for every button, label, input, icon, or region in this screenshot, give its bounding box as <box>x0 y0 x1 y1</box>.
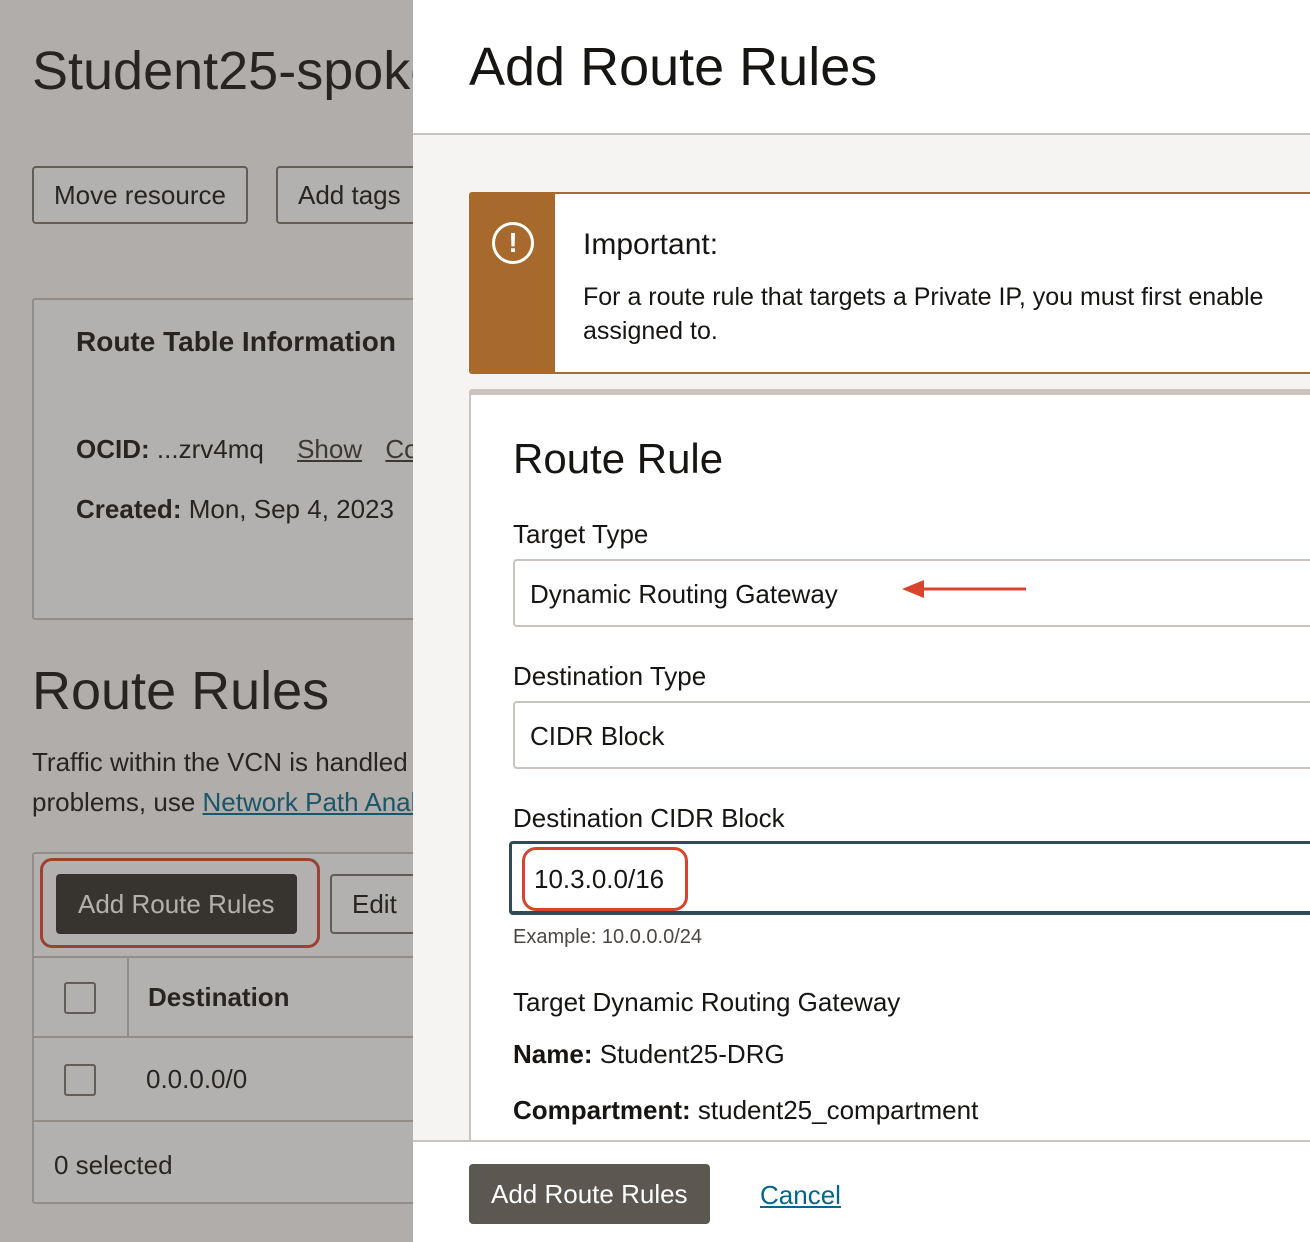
destination-cidr-help: Example: 10.0.0.0/24 <box>513 926 703 948</box>
important-notice: ! Important: For a route rule that targe… <box>469 192 1310 374</box>
target-type-label: Target Type <box>513 519 649 549</box>
drawer-footer: Add Route Rules Cancel <box>413 1140 1310 1242</box>
submit-add-route-rules-button[interactable]: Add Route Rules <box>469 1164 710 1224</box>
notice-line-2: assigned to. <box>583 317 718 345</box>
destination-type-value: CIDR Block <box>530 721 665 751</box>
destination-cidr-label: Destination CIDR Block <box>513 803 785 833</box>
drawer-title: Add Route Rules <box>469 37 878 97</box>
drawer-body: ! Important: For a route rule that targe… <box>413 135 1310 1189</box>
add-route-rules-drawer: Add Route Rules ! Important: For a route… <box>413 0 1310 1242</box>
destination-type-label: Destination Type <box>513 661 707 691</box>
compartment-label: Compartment: <box>513 1095 691 1125</box>
route-rule-title: Route Rule <box>513 435 724 482</box>
target-type-select[interactable]: Dynamic Routing Gateway <box>513 559 1310 627</box>
destination-cidr-value: 10.3.0.0/16 <box>534 864 665 894</box>
target-drg-label: Target Dynamic Routing Gateway <box>513 987 901 1017</box>
notice-line-1: For a route rule that targets a Private … <box>583 283 1264 311</box>
drg-name-label: Name: <box>513 1039 593 1069</box>
modal-overlay[interactable] <box>0 0 413 1242</box>
compartment-value: student25_compartment <box>697 1095 979 1125</box>
route-rule-card: Route Rule Target Type Dynamic Routing G… <box>469 389 1310 1189</box>
destination-type-select[interactable]: CIDR Block <box>513 701 1310 769</box>
compartment-line: Compartment: student25_compartment <box>513 1095 978 1126</box>
cancel-link[interactable]: Cancel <box>760 1180 841 1211</box>
notice-stripe: ! <box>471 194 555 372</box>
target-type-value: Dynamic Routing Gateway <box>530 579 838 609</box>
notice-title: Important: <box>583 228 719 261</box>
drg-name-line: Name: Student25-DRG <box>513 1039 785 1070</box>
destination-cidr-input[interactable]: 10.3.0.0/16 <box>509 841 1310 915</box>
annotation-arrow-icon <box>902 580 1026 598</box>
notice-text: For a route rule that targets a Private … <box>583 280 1263 348</box>
drawer-header: Add Route Rules <box>413 0 1310 135</box>
drg-name-value: Student25-DRG <box>599 1039 785 1069</box>
exclamation-circle-icon: ! <box>492 222 534 264</box>
